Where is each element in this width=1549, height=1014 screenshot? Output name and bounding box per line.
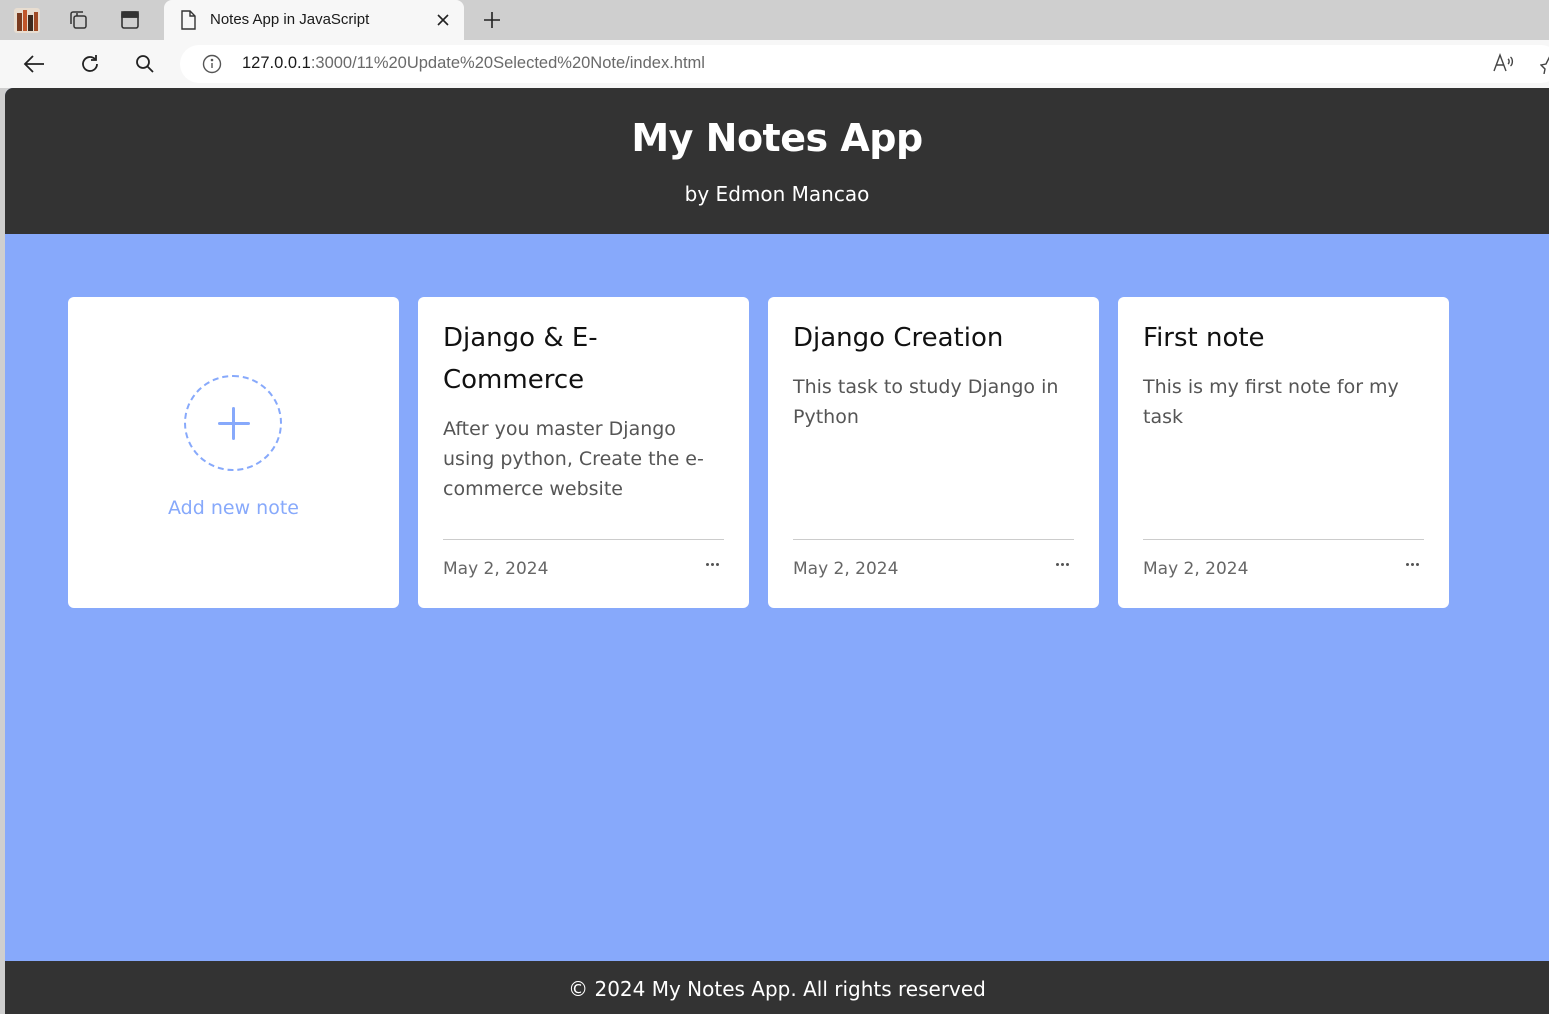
browser-tab-active[interactable]: Notes App in JavaScript bbox=[164, 0, 464, 40]
tab-actions-icon[interactable] bbox=[116, 6, 144, 34]
browser-tab-bar: Notes App in JavaScript bbox=[0, 0, 1549, 40]
add-note-label[interactable]: Add new note bbox=[68, 497, 399, 519]
note-title: Django & E-Commerce bbox=[443, 323, 598, 395]
note-date: May 2, 2024 bbox=[793, 559, 899, 579]
add-note-card[interactable]: Add new note bbox=[68, 297, 399, 608]
note-description: This is my first note for my task bbox=[1143, 376, 1399, 428]
note-date: May 2, 2024 bbox=[1143, 559, 1249, 579]
tab-title: Notes App in JavaScript bbox=[210, 11, 370, 28]
url-path: :3000/11%20Update%20Selected%20Note/inde… bbox=[310, 54, 705, 72]
note-divider bbox=[1143, 539, 1424, 540]
document-icon bbox=[180, 10, 196, 34]
note-card[interactable]: Django & E-Commerce After you master Dja… bbox=[418, 297, 749, 608]
site-header: My Notes App by Edmon Mancao bbox=[5, 88, 1549, 234]
browser-address-bar: 127.0.0.1:3000/11%20Update%20Selected%20… bbox=[0, 40, 1549, 88]
workspaces-icon[interactable] bbox=[64, 6, 92, 34]
url-text: 127.0.0.1:3000/11%20Update%20Selected%20… bbox=[242, 54, 705, 73]
profile-avatar-icon[interactable] bbox=[12, 5, 42, 35]
page-viewport: My Notes App by Edmon Mancao Add new not… bbox=[5, 88, 1549, 1014]
refresh-icon[interactable] bbox=[76, 50, 104, 78]
read-aloud-icon[interactable] bbox=[1492, 53, 1514, 77]
page-subtitle: by Edmon Mancao bbox=[684, 182, 870, 206]
back-arrow-icon[interactable] bbox=[20, 50, 48, 78]
note-title: Django Creation bbox=[793, 323, 1004, 353]
note-divider bbox=[443, 539, 724, 540]
star-icon[interactable] bbox=[1539, 54, 1549, 78]
search-icon[interactable] bbox=[131, 50, 159, 78]
note-date: May 2, 2024 bbox=[443, 559, 549, 579]
info-icon[interactable] bbox=[202, 54, 222, 78]
page-title: My Notes App bbox=[631, 116, 923, 160]
note-divider bbox=[793, 539, 1074, 540]
more-options-icon[interactable] bbox=[1056, 561, 1072, 569]
note-card[interactable]: First note This is my first note for my … bbox=[1118, 297, 1449, 608]
more-options-icon[interactable] bbox=[1406, 561, 1422, 569]
note-description: This task to study Django in Python bbox=[793, 376, 1059, 428]
new-tab-plus-icon[interactable] bbox=[478, 6, 506, 34]
plus-circle-icon[interactable] bbox=[184, 375, 282, 471]
site-footer: © 2024 My Notes App. All rights reserved bbox=[5, 961, 1549, 1014]
note-title: First note bbox=[1143, 323, 1265, 353]
more-options-icon[interactable] bbox=[706, 561, 722, 569]
note-card[interactable]: Django Creation This task to study Djang… bbox=[768, 297, 1099, 608]
note-description: After you master Django using python, Cr… bbox=[443, 418, 704, 500]
close-icon[interactable] bbox=[436, 12, 450, 31]
url-host: 127.0.0.1 bbox=[242, 54, 311, 72]
url-input[interactable]: 127.0.0.1:3000/11%20Update%20Selected%20… bbox=[180, 45, 1549, 83]
